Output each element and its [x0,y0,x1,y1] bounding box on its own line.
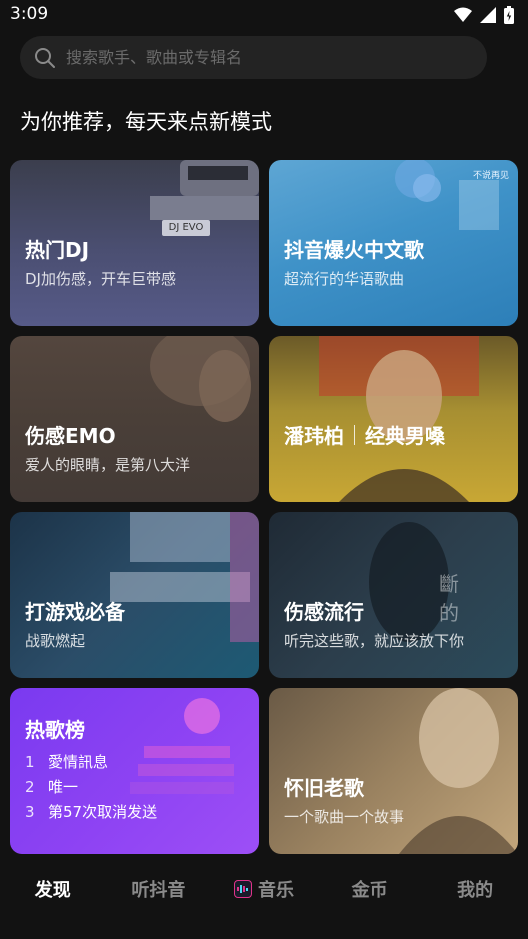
card-title: 怀旧老歌 [284,776,364,800]
search-bar[interactable] [20,36,487,79]
rank-item[interactable]: 3 第57次取消发送 [25,799,157,824]
portrait-image [150,336,251,422]
search-input[interactable] [66,48,446,67]
tab-coins[interactable]: 金币 [317,876,423,902]
playlist-card-sad-pop[interactable]: 斷 的 伤感流行 听完这些歌，就应该放下你 [269,512,518,678]
card-subtitle: 超流行的华语歌曲 [284,270,405,288]
song-name: 唯一 [48,778,79,796]
status-bar: 3:09 [0,0,528,32]
song-name: 愛情訊息 [48,753,109,771]
rank-number: 2 [25,777,35,796]
signal-icon [480,7,496,23]
title-divider [354,424,355,445]
card-subtitle: 听完这些歌，就应该放下你 [284,632,465,650]
wifi-icon [454,7,472,22]
rank-list: 1 愛情訊息 2 唯一 3 第57次取消发送 [25,749,157,824]
card-title: 潘玮柏 经典男嗓 [284,420,445,449]
card-title: 抖音爆火中文歌 [284,238,424,262]
playlist-card-oldies[interactable]: 怀旧老歌 一个歌曲一个故事 [269,688,518,854]
playlist-card-hot-dj[interactable]: DJ EVO 热门DJ DJ加伤感，开车巨带感 [10,160,259,326]
card-title: 热歌榜 [25,718,85,742]
card-subtitle: 一个歌曲一个故事 [284,808,405,826]
rank-item[interactable]: 1 愛情訊息 [25,749,157,774]
card-title-artist: 潘玮柏 [284,424,344,448]
artist-portrait [399,688,518,854]
cover-text: 不说再见 [473,171,510,181]
card-title: 伤感EMO [25,424,116,448]
battery-icon [504,6,514,24]
playlist-card-pan-weibo[interactable]: 潘玮柏 经典男嗓 [269,336,518,502]
card-title: 热门DJ [25,238,90,262]
tab-label: 音乐 [257,880,294,901]
rank-number: 3 [25,802,35,821]
tab-label: 听抖音 [131,880,186,901]
card-subtitle: 爱人的眼睛，是第八大洋 [25,456,191,474]
playlist-card-gaming[interactable]: 打游戏必备 战歌燃起 [10,512,259,678]
card-subtitle: DJ加伤感，开车巨带感 [25,270,176,288]
section-heading: 为你推荐，每天来点新模式 [20,110,272,134]
status-time: 3:09 [10,4,49,24]
status-icons [454,6,514,24]
tab-label: 发现 [34,880,71,901]
tab-discover[interactable]: 发现 [0,876,106,902]
search-icon [35,47,55,68]
tab-music[interactable]: 音乐 [211,876,317,902]
rank-number: 1 [25,752,35,771]
card-title-genre: 经典男嗓 [365,424,445,448]
playlist-card-sad-emo[interactable]: 伤感EMO 爱人的眼睛，是第八大洋 [10,336,259,502]
tab-listen-douyin[interactable]: 听抖音 [106,876,212,902]
rank-item[interactable]: 2 唯一 [25,774,157,799]
card-title: 打游戏必备 [25,600,125,624]
tab-mine[interactable]: 我的 [422,876,528,902]
artist-portrait [319,336,479,502]
tab-label: 金币 [351,880,388,901]
bottom-tab-bar: 发现 听抖音 音乐 金币 我的 [0,862,528,916]
hot-chart-card[interactable]: 热歌榜 1 愛情訊息 2 唯一 3 第57次取消发送 [10,688,259,854]
card-subtitle: 战歌燃起 [25,632,86,650]
computer-image [110,512,259,642]
music-app-icon [233,880,252,898]
song-name: 第57次取消发送 [48,803,158,821]
tab-label: 我的 [457,880,494,901]
background-text: 斷 的 [439,572,477,625]
playlist-card-douyin-hits[interactable]: 不说再见 抖音爆火中文歌 超流行的华语歌曲 [269,160,518,326]
card-title: 伤感流行 [284,600,364,624]
license-plate: DJ EVO [162,220,210,236]
